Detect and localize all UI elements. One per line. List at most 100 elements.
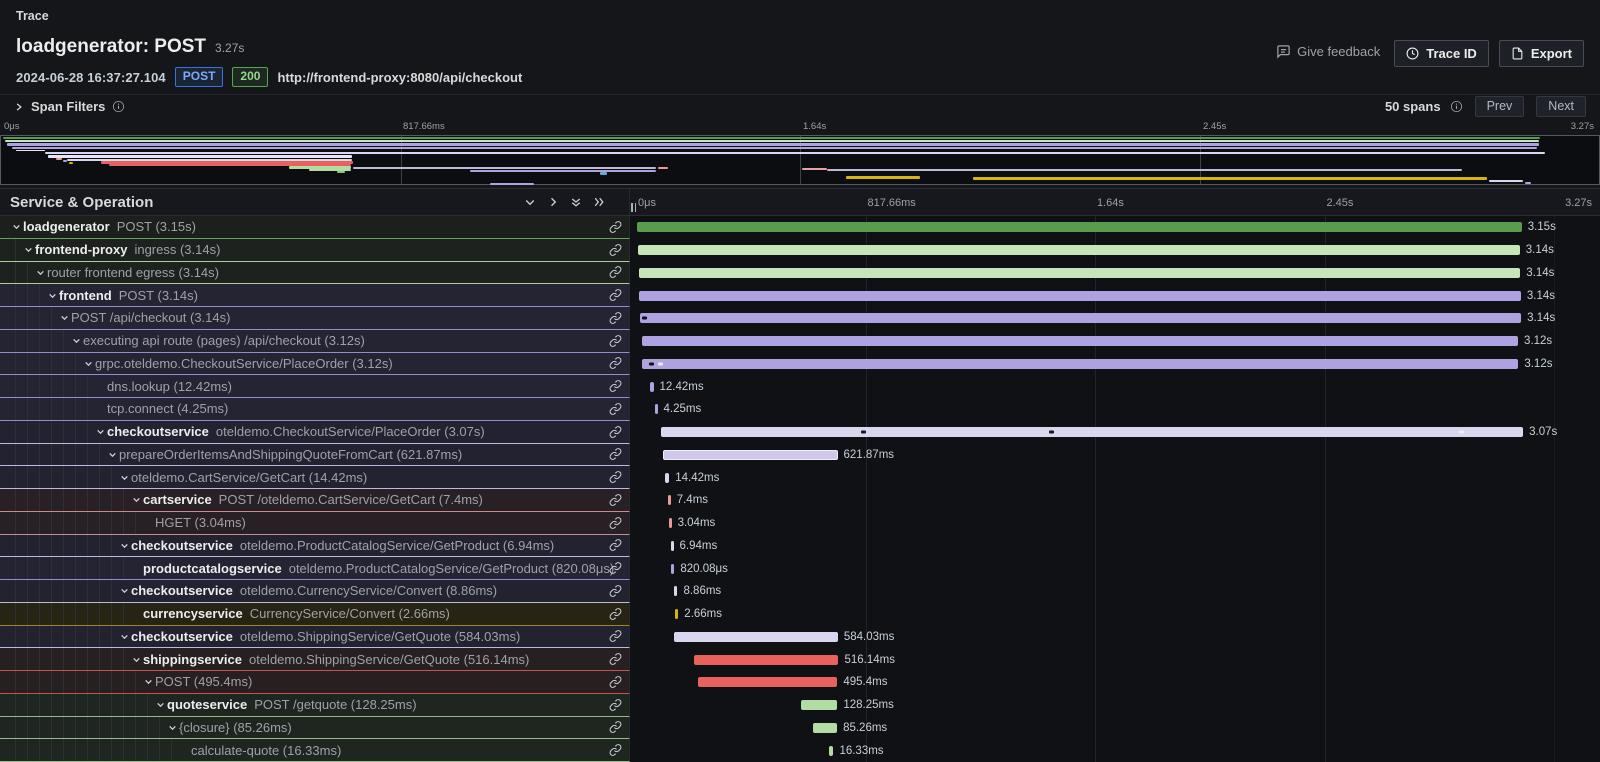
span-bar[interactable]	[640, 313, 1522, 323]
span-link-icon[interactable]	[609, 653, 622, 666]
span-bar[interactable]	[655, 404, 658, 414]
span-row[interactable]: frontend-proxyingress (3.14s)3.14s	[0, 239, 1600, 262]
span-name-cell[interactable]: calculate-quote (16.33ms)	[0, 739, 630, 762]
span-bar[interactable]	[671, 541, 674, 551]
span-name-cell[interactable]: quoteservicePOST /getquote (128.25ms)	[0, 694, 630, 717]
span-bar[interactable]	[639, 291, 1521, 301]
span-bar[interactable]	[639, 268, 1521, 278]
span-row[interactable]: dns.lookup (12.42ms)12.42ms	[0, 375, 1600, 398]
span-bar[interactable]	[829, 746, 834, 756]
span-name-cell[interactable]: executing api route (pages) /api/checkou…	[0, 330, 630, 353]
span-name-cell[interactable]: checkoutserviceoteldemo.ShippingService/…	[0, 626, 630, 649]
span-link-icon[interactable]	[609, 698, 622, 711]
span-row[interactable]: checkoutserviceoteldemo.CheckoutService/…	[0, 421, 1600, 444]
span-link-icon[interactable]	[609, 243, 622, 256]
span-row[interactable]: cartservicePOST /oteldemo.CartService/Ge…	[0, 489, 1600, 512]
collapse-all-icon[interactable]	[570, 196, 582, 208]
expander-chevron-icon[interactable]	[144, 677, 155, 686]
span-bar[interactable]	[642, 336, 1518, 346]
minimap-canvas[interactable]	[0, 135, 1600, 185]
span-bar[interactable]	[663, 450, 838, 460]
span-name-cell[interactable]: checkoutserviceoteldemo.CheckoutService/…	[0, 421, 630, 444]
span-name-cell[interactable]: frontendPOST (3.14s)	[0, 284, 630, 307]
span-row[interactable]: prepareOrderItemsAndShippingQuoteFromCar…	[0, 444, 1600, 467]
span-name-cell[interactable]: checkoutserviceoteldemo.CurrencyService/…	[0, 580, 630, 603]
span-row[interactable]: quoteservicePOST /getquote (128.25ms)128…	[0, 694, 1600, 717]
span-name-cell[interactable]: productcatalogserviceoteldemo.ProductCat…	[0, 557, 630, 580]
span-bar[interactable]	[674, 586, 677, 596]
span-bar[interactable]	[665, 473, 669, 483]
span-name-cell[interactable]: oteldemo.CartService/GetCart (14.42ms)	[0, 466, 630, 489]
span-link-icon[interactable]	[609, 675, 622, 688]
expander-chevron-icon[interactable]	[132, 495, 143, 504]
span-link-icon[interactable]	[609, 266, 622, 279]
expander-chevron-icon[interactable]	[12, 222, 23, 231]
expander-chevron-icon[interactable]	[84, 359, 95, 368]
span-row[interactable]: POST /api/checkout (3.14s)3.14s	[0, 307, 1600, 330]
span-link-icon[interactable]	[609, 721, 622, 734]
span-row[interactable]: loadgeneratorPOST (3.15s)3.15s	[0, 216, 1600, 239]
span-row[interactable]: HGET (3.04ms)3.04ms	[0, 512, 1600, 535]
span-bar[interactable]	[801, 700, 837, 710]
expander-chevron-icon[interactable]	[120, 473, 131, 482]
span-row[interactable]: currencyserviceCurrencyService/Convert (…	[0, 603, 1600, 626]
span-link-icon[interactable]	[609, 607, 622, 620]
span-bar[interactable]	[668, 495, 671, 505]
span-row[interactable]: shippingserviceoteldemo.ShippingService/…	[0, 648, 1600, 671]
span-link-icon[interactable]	[609, 402, 622, 415]
span-name-cell[interactable]: cartservicePOST /oteldemo.CartService/Ge…	[0, 489, 630, 512]
span-bar[interactable]	[675, 609, 678, 619]
span-row[interactable]: calculate-quote (16.33ms)16.33ms	[0, 739, 1600, 762]
span-name-cell[interactable]: grpc.oteldemo.CheckoutService/PlaceOrder…	[0, 353, 630, 376]
span-link-icon[interactable]	[609, 516, 622, 529]
span-name-cell[interactable]: {closure} (85.26ms)	[0, 717, 630, 740]
expander-chevron-icon[interactable]	[96, 427, 107, 436]
span-row[interactable]: frontendPOST (3.14s)3.14s	[0, 284, 1600, 307]
expander-chevron-icon[interactable]	[72, 336, 83, 345]
span-link-icon[interactable]	[609, 630, 622, 643]
span-bar[interactable]	[638, 245, 1520, 255]
expander-chevron-icon[interactable]	[120, 632, 131, 641]
span-row[interactable]: checkoutserviceoteldemo.ShippingService/…	[0, 626, 1600, 649]
span-name-cell[interactable]: tcp.connect (4.25ms)	[0, 398, 630, 421]
span-bar[interactable]	[669, 518, 672, 528]
span-bar[interactable]	[661, 427, 1523, 437]
span-name-cell[interactable]: shippingserviceoteldemo.ShippingService/…	[0, 648, 630, 671]
span-bar[interactable]	[694, 655, 839, 665]
span-link-icon[interactable]	[609, 289, 622, 302]
span-bar[interactable]	[698, 677, 837, 687]
give-feedback-link[interactable]: Give feedback	[1276, 44, 1380, 59]
span-name-cell[interactable]: POST /api/checkout (3.14s)	[0, 307, 630, 330]
span-name-cell[interactable]: checkoutserviceoteldemo.ProductCatalogSe…	[0, 535, 630, 558]
span-link-icon[interactable]	[609, 562, 622, 575]
span-name-cell[interactable]: frontend-proxyingress (3.14s)	[0, 239, 630, 262]
expander-chevron-icon[interactable]	[48, 291, 59, 300]
expander-chevron-icon[interactable]	[120, 586, 131, 595]
column-resize-handle[interactable]	[631, 203, 636, 212]
span-bar[interactable]	[650, 382, 653, 392]
expander-chevron-icon[interactable]	[36, 268, 47, 277]
span-row[interactable]: checkoutserviceoteldemo.CurrencyService/…	[0, 580, 1600, 603]
span-link-icon[interactable]	[609, 357, 622, 370]
span-row[interactable]: router frontend egress (3.14s)3.14s	[0, 262, 1600, 285]
expander-chevron-icon[interactable]	[24, 245, 35, 254]
span-row[interactable]: {closure} (85.26ms)85.26ms	[0, 717, 1600, 740]
span-name-cell[interactable]: prepareOrderItemsAndShippingQuoteFromCar…	[0, 444, 630, 467]
span-link-icon[interactable]	[609, 539, 622, 552]
span-filters-toggle[interactable]: Span Filters	[14, 99, 125, 114]
expand-one-icon[interactable]	[547, 196, 559, 208]
span-link-icon[interactable]	[609, 334, 622, 347]
span-row[interactable]: executing api route (pages) /api/checkou…	[0, 330, 1600, 353]
span-row[interactable]: grpc.oteldemo.CheckoutService/PlaceOrder…	[0, 353, 1600, 376]
trace-minimap[interactable]: 0μs817.66ms1.64s2.45s3.27s	[0, 118, 1600, 188]
expander-chevron-icon[interactable]	[156, 700, 167, 709]
span-link-icon[interactable]	[609, 584, 622, 597]
span-link-icon[interactable]	[609, 744, 622, 757]
expander-chevron-icon[interactable]	[132, 655, 143, 664]
prev-button[interactable]: Prev	[1475, 96, 1525, 117]
next-button[interactable]: Next	[1536, 96, 1586, 117]
span-name-cell[interactable]: currencyserviceCurrencyService/Convert (…	[0, 603, 630, 626]
span-row[interactable]: checkoutserviceoteldemo.ProductCatalogSe…	[0, 535, 1600, 558]
expander-chevron-icon[interactable]	[108, 450, 119, 459]
span-bar[interactable]	[637, 222, 1521, 232]
